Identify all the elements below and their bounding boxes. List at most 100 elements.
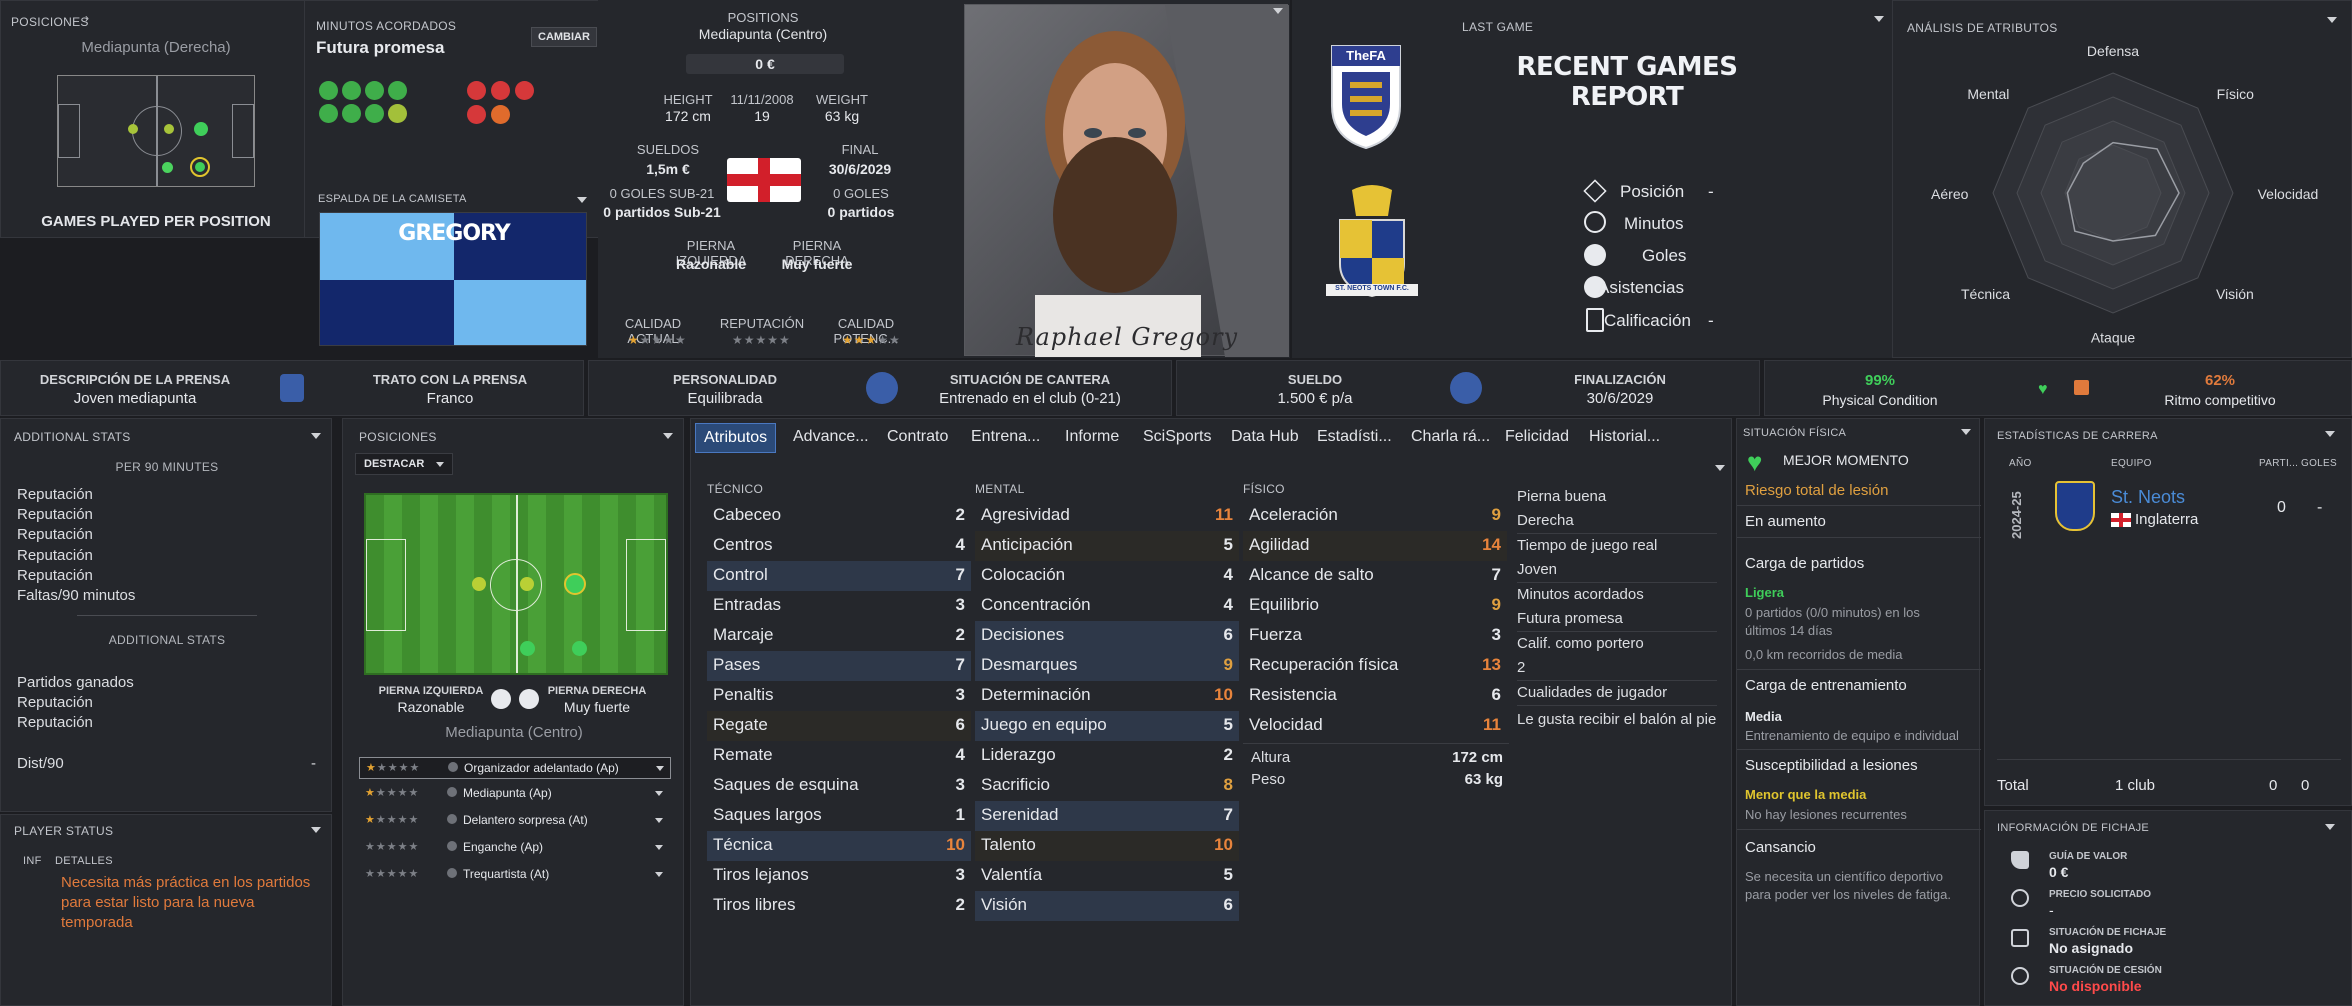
chevron-down-icon[interactable] [311, 827, 321, 833]
attribute-row[interactable]: Alcance de salto 7 [1243, 561, 1507, 591]
position-dot-selected[interactable] [564, 573, 586, 595]
tab-scisports[interactable]: SciSports [1137, 423, 1217, 453]
chevron-down-icon[interactable] [311, 433, 321, 439]
chevron-down-icon[interactable] [1961, 429, 1971, 435]
attribute-row[interactable]: Agilidad 14 [1243, 531, 1507, 561]
chevron-down-icon[interactable] [1715, 465, 1725, 471]
attribute-row[interactable]: Liderazgo 2 [975, 741, 1239, 771]
chevron-down-icon[interactable] [663, 433, 673, 439]
attribute-row[interactable]: Anticipación 5 [975, 531, 1239, 561]
chevron-down-icon[interactable] [655, 872, 663, 877]
attribute-row[interactable]: Juego en equipo 5 [975, 711, 1239, 741]
attribute-row[interactable]: Aceleración 9 [1243, 501, 1507, 531]
attribute-row[interactable]: Pases 7 [707, 651, 971, 681]
attribute-row[interactable]: Desmarques 9 [975, 651, 1239, 681]
role-row[interactable]: ★★★★★ Trequartista (At) [359, 864, 671, 886]
attribute-row[interactable]: Agresividad 11 [975, 501, 1239, 531]
attribute-row[interactable]: Serenidad 7 [975, 801, 1239, 831]
chevron-down-icon[interactable] [655, 818, 663, 823]
tab-training[interactable]: Entrena... [965, 423, 1046, 453]
tab-quick-chat[interactable]: Charla rá... [1405, 423, 1496, 453]
tab-history[interactable]: Historial... [1583, 423, 1666, 453]
tab-happiness[interactable]: Felicidad [1499, 423, 1575, 453]
position-dot[interactable] [572, 641, 587, 656]
chevron-down-icon[interactable] [655, 791, 663, 796]
tab-advanced[interactable]: Advance... [787, 423, 875, 453]
chevron-down-icon[interactable] [656, 766, 664, 771]
attribute-row[interactable]: Técnica 10 [707, 831, 971, 861]
highlight-dropdown[interactable]: DESTACAR [355, 453, 453, 475]
positions-role: Mediapunta (Derecha) [81, 39, 231, 56]
info-icon[interactable] [447, 787, 457, 797]
change-button[interactable]: CAMBIAR [531, 27, 597, 47]
trait-icon[interactable] [491, 81, 510, 100]
position-dot[interactable] [472, 577, 486, 591]
chevron-down-icon[interactable] [655, 845, 663, 850]
trait-icon[interactable] [467, 81, 486, 100]
attribute-row[interactable]: Cabeceo 2 [707, 501, 971, 531]
trait-icon[interactable] [365, 104, 384, 123]
trait-icon[interactable] [491, 105, 510, 124]
chevron-down-icon[interactable] [2325, 431, 2335, 437]
trait-icon[interactable] [388, 104, 407, 123]
tab-attributes[interactable]: Atributos [695, 423, 777, 453]
attribute-name: Cabeceo [713, 505, 782, 524]
chevron-down-icon[interactable] [1874, 16, 1884, 22]
attribute-row[interactable]: Tiros libres 2 [707, 891, 971, 921]
attribute-row[interactable]: Talento 10 [975, 831, 1239, 861]
tab-datahub[interactable]: Data Hub [1225, 423, 1305, 453]
trait-icon[interactable] [319, 104, 338, 123]
attribute-row[interactable]: Saques de esquina 3 [707, 771, 971, 801]
trait-icon[interactable] [319, 81, 338, 100]
attribute-row[interactable]: Valentía 5 [975, 861, 1239, 891]
tab-stats[interactable]: Estadísti... [1311, 423, 1398, 453]
attribute-row[interactable]: Concentración 4 [975, 591, 1239, 621]
attribute-row[interactable]: Remate 4 [707, 741, 971, 771]
info-icon[interactable] [448, 762, 458, 772]
attribute-row[interactable]: Colocación 4 [975, 561, 1239, 591]
attribute-row[interactable]: Decisiones 6 [975, 621, 1239, 651]
attribute-row[interactable]: Velocidad 11 [1243, 711, 1507, 741]
attribute-row[interactable]: Sacrificio 8 [975, 771, 1239, 801]
trait-icon[interactable] [388, 81, 407, 100]
info-icon[interactable] [447, 868, 457, 878]
attribute-row[interactable]: Fuerza 3 [1243, 621, 1507, 651]
side-value: Futura promesa [1517, 607, 1717, 632]
attribute-row[interactable]: Penaltis 3 [707, 681, 971, 711]
attribute-row[interactable]: Resistencia 6 [1243, 681, 1507, 711]
chevron-down-icon[interactable] [2325, 824, 2335, 830]
total-goals: 0 [2301, 777, 2310, 794]
role-row[interactable]: ★★★★★ Mediapunta (Ap) [359, 783, 671, 805]
attribute-row[interactable]: Regate 6 [707, 711, 971, 741]
attribute-row[interactable]: Equilibrio 9 [1243, 591, 1507, 621]
trait-icon[interactable] [342, 104, 361, 123]
career-club[interactable]: St. Neots [2111, 487, 2185, 508]
role-row[interactable]: ★★★★★ Enganche (Ap) [359, 837, 671, 859]
attribute-row[interactable]: Recuperación física 13 [1243, 651, 1507, 681]
attribute-row[interactable]: Visión 6 [975, 891, 1239, 921]
trait-icon[interactable] [365, 81, 384, 100]
info-icon[interactable] [447, 841, 457, 851]
trait-icon[interactable] [467, 105, 486, 124]
attribute-row[interactable]: Determinación 10 [975, 681, 1239, 711]
trait-icon[interactable] [515, 81, 534, 100]
chevron-right-icon[interactable]: › [85, 11, 89, 25]
attribute-row[interactable]: Saques largos 1 [707, 801, 971, 831]
info-icon[interactable] [447, 814, 457, 824]
attribute-row[interactable]: Marcaje 2 [707, 621, 971, 651]
trait-icon[interactable] [342, 81, 361, 100]
side-value: 2 [1517, 656, 1717, 681]
role-row[interactable]: ★★★★★ Delantero sorpresa (At) [359, 810, 671, 832]
attribute-row[interactable]: Entradas 3 [707, 591, 971, 621]
attribute-row[interactable]: Control 7 [707, 561, 971, 591]
chevron-down-icon[interactable] [577, 197, 587, 203]
attribute-row[interactable]: Centros 4 [707, 531, 971, 561]
position-dot[interactable] [520, 577, 534, 591]
positions-link[interactable]: POSICIONES [11, 15, 89, 29]
chevron-down-icon[interactable] [1273, 8, 1283, 14]
attribute-row[interactable]: Tiros lejanos 3 [707, 861, 971, 891]
tab-report[interactable]: Informe [1059, 423, 1125, 453]
position-dot[interactable] [520, 641, 535, 656]
role-row[interactable]: ★★★★★ Organizador adelantado (Ap) [359, 757, 671, 779]
tab-contract[interactable]: Contrato [881, 423, 954, 453]
